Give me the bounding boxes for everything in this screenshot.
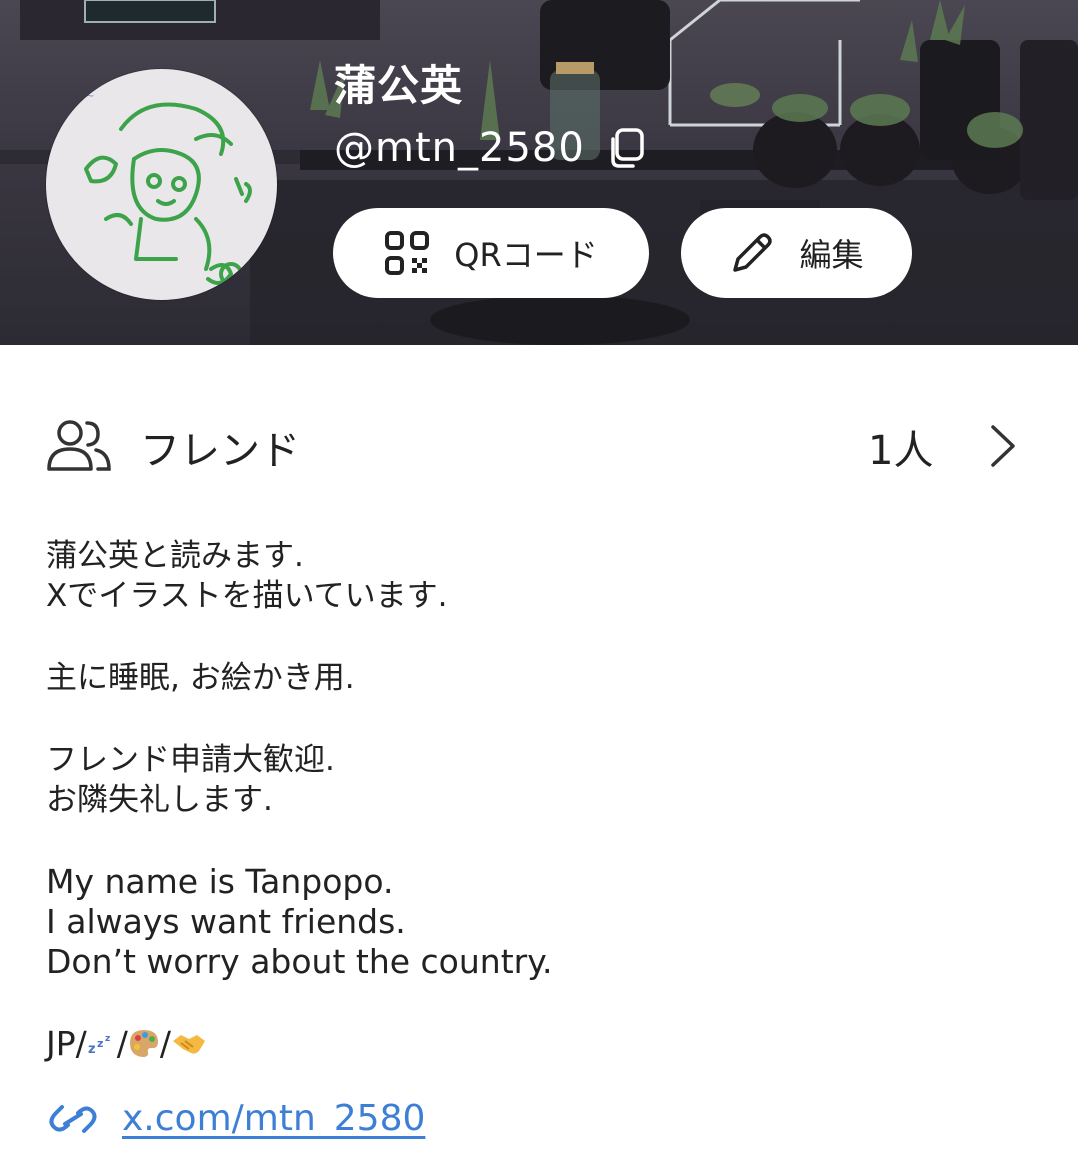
link-icon [46,1099,100,1139]
friends-row[interactable]: フレンド 1人 [0,400,1078,490]
handle-row: @mtn_2580 [334,125,645,171]
bio-line: フレンド申請大歓迎. [46,742,335,778]
display-name: 蒲公英 [334,61,464,110]
friends-count: 1人 [868,428,934,474]
avatar-drawing: ~ [84,91,252,286]
bio-tags-prefix: JP/ [46,1024,87,1063]
bio-tags-line: JP/z z z / / [46,1024,1026,1064]
bio-line: I always want friends. [46,902,406,941]
handshake-icon [171,1028,207,1068]
artist-palette-icon [128,1027,160,1068]
profile-page: ~ 蒲公英 @mtn_2580 QRコード 編集 フレンド 1人 蒲公英と読みま… [0,0,1078,1156]
qr-code-icon [384,230,430,276]
cover-image: ~ 蒲公英 @mtn_2580 QRコード 編集 [0,0,1078,345]
friends-icon [46,417,112,473]
sleep-zzz-icon: zzz [87,1028,117,1068]
chevron-right-icon [988,424,1018,468]
friends-label: フレンド [140,428,300,474]
svg-text:z: z [97,1037,103,1050]
bio-line: My name is Tanpopo. [46,862,394,901]
bio-line: 蒲公英と読みます. [46,538,304,574]
edit-label: 編集 [799,236,864,274]
copy-icon[interactable] [607,127,645,169]
bio-line: Xでイラストを描いています. [46,578,448,614]
bio-line: Don’t worry about the country. [46,942,553,981]
profile-link[interactable]: x.com/mtn_2580 [46,1098,425,1139]
bio: 蒲公英と読みます. Xでイラストを描いています. 主に睡眠, お絵かき用. フレ… [46,536,1026,1064]
qr-code-button[interactable]: QRコード [333,208,649,298]
avatar[interactable]: ~ [46,69,277,300]
edit-button[interactable]: 編集 [681,208,912,298]
bio-line: お隣失礼します. [46,782,273,818]
bio-line: 主に睡眠, お絵かき用. [46,660,355,696]
qr-code-label: QRコード [454,236,598,274]
pencil-icon [729,230,775,276]
svg-text:z: z [105,1034,110,1044]
link-text[interactable]: x.com/mtn_2580 [122,1098,425,1139]
svg-text:z: z [88,1042,96,1057]
handle-text: @mtn_2580 [334,125,585,171]
